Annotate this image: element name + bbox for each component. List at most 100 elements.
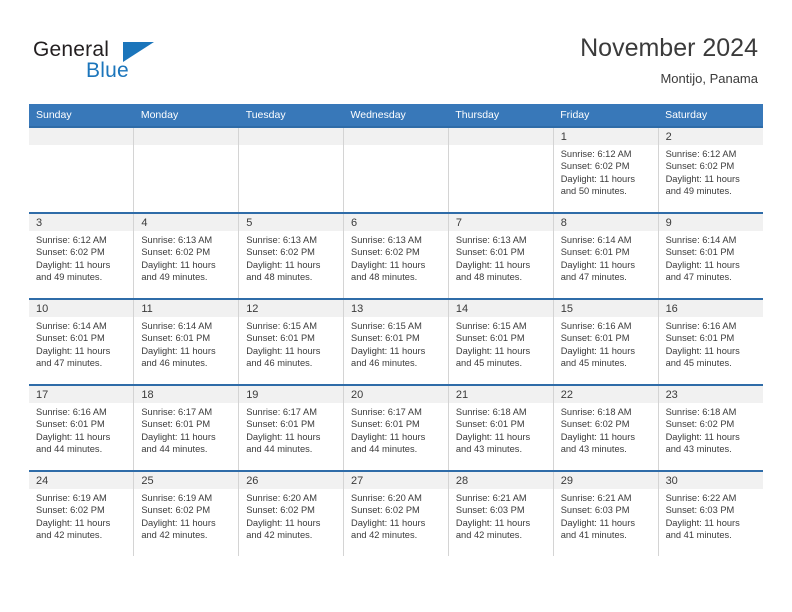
day-number: 9 — [665, 217, 672, 229]
calendar-day-cell[interactable]: 2 Sunrise: 6:12 AM Sunset: 6:02 PM Daylight… — [658, 126, 763, 213]
day-number-band: 23 — [658, 386, 763, 403]
calendar-day-cell[interactable]: 21 Sunrise: 6:18 AM Sunset: 6:01 PM Dayligh… — [448, 384, 554, 471]
calendar-day-cell[interactable]: 8 Sunrise: 6:14 AM Sunset: 6:01 PM Daylight… — [553, 212, 659, 299]
day-detail-line: Sunset: 6:02 PM — [141, 247, 211, 258]
calendar-day-cell[interactable]: 30 Sunrise: 6:22 AM Sunset: 6:03 PM Dayligh… — [658, 470, 763, 556]
day-detail-line: Sunrise: 6:13 AM — [141, 235, 213, 245]
calendar-day-cell[interactable]: 9 Sunrise: 6:14 AM Sunset: 6:01 PM Daylight… — [658, 212, 763, 299]
weekday-header-friday: Friday — [553, 104, 659, 127]
day-detail-line: and 42 minutes. — [141, 529, 208, 540]
day-detail-line: and 48 minutes. — [246, 271, 313, 282]
day-detail-lines — [344, 145, 448, 148]
calendar-day-cell[interactable]: 27 Sunrise: 6:20 AM Sunset: 6:02 PM Dayligh… — [343, 470, 449, 556]
day-number-band — [239, 128, 344, 145]
day-cell-inner — [344, 128, 448, 212]
calendar-day-cell[interactable]: 25 Sunrise: 6:19 AM Sunset: 6:02 PM Dayligh… — [133, 470, 240, 556]
calendar-day-cell[interactable]: 5 Sunrise: 6:13 AM Sunset: 6:02 PM Daylight… — [238, 212, 345, 299]
day-detail-line: Sunrise: 6:17 AM — [141, 407, 213, 417]
calendar-day-cell[interactable]: 17 Sunrise: 6:16 AM Sunset: 6:01 PM Dayligh… — [29, 384, 135, 471]
day-detail-line: Sunset: 6:01 PM — [560, 247, 630, 258]
day-detail-line: and 46 minutes. — [351, 357, 418, 368]
day-number-band: 7 — [448, 214, 553, 231]
day-number-band: 29 — [553, 472, 658, 489]
day-detail-line: Sunrise: 6:16 AM — [560, 321, 632, 331]
day-detail-line: Sunrise: 6:20 AM — [246, 493, 317, 503]
day-number: 21 — [455, 389, 469, 401]
day-detail-line: and 44 minutes. — [36, 443, 103, 454]
day-number-band: 2 — [658, 128, 763, 145]
calendar-day-cell[interactable]: 12 Sunrise: 6:15 AM Sunset: 6:01 PM Dayligh… — [238, 298, 345, 385]
day-number — [449, 128, 553, 130]
calendar-day-cell[interactable]: 4 Sunrise: 6:13 AM Sunset: 6:02 PM Daylight… — [133, 212, 240, 299]
day-detail-line: and 48 minutes. — [351, 271, 418, 282]
day-detail-line: Sunset: 6:02 PM — [560, 419, 630, 430]
day-cell-inner: 1 Sunrise: 6:12 AM Sunset: 6:02 PM Daylight… — [553, 128, 658, 212]
day-detail-line: and 47 minutes. — [560, 271, 627, 282]
weekday-header-saturday: Saturday — [658, 104, 763, 127]
day-detail-line: Sunrise: 6:13 AM — [455, 235, 527, 245]
calendar-week-row: 24 Sunrise: 6:19 AM Sunset: 6:02 PM Dayligh… — [29, 470, 763, 556]
day-number-band: 26 — [239, 472, 344, 489]
day-number-band: 28 — [448, 472, 553, 489]
day-detail-line: Sunrise: 6:21 AM — [560, 493, 632, 503]
calendar-day-cell[interactable]: 15 Sunrise: 6:16 AM Sunset: 6:01 PM Dayligh… — [553, 298, 659, 385]
day-detail-line: Sunset: 6:02 PM — [351, 247, 420, 258]
day-detail-lines: Sunrise: 6:15 AM Sunset: 6:01 PM Daylight:… — [239, 317, 343, 369]
day-detail-line: Sunset: 6:01 PM — [560, 333, 630, 344]
day-number-band — [29, 128, 134, 145]
calendar-day-cell[interactable]: 6 Sunrise: 6:13 AM Sunset: 6:02 PM Daylight… — [343, 212, 449, 299]
day-detail-line: and 41 minutes. — [665, 529, 732, 540]
day-detail-lines: Sunrise: 6:15 AM Sunset: 6:01 PM Daylight:… — [344, 317, 448, 369]
calendar-day-cell[interactable]: 20 Sunrise: 6:17 AM Sunset: 6:01 PM Dayligh… — [343, 384, 449, 471]
day-detail-line: Sunset: 6:03 PM — [455, 505, 525, 516]
calendar-day-cell[interactable]: 22 Sunrise: 6:18 AM Sunset: 6:02 PM Dayligh… — [553, 384, 659, 471]
day-cell-inner: 2 Sunrise: 6:12 AM Sunset: 6:02 PM Daylight… — [658, 128, 763, 212]
day-cell-inner: 16 Sunrise: 6:16 AM Sunset: 6:01 PM Dayligh… — [658, 300, 763, 384]
calendar-day-cell[interactable]: 16 Sunrise: 6:16 AM Sunset: 6:01 PM Dayligh… — [658, 298, 763, 385]
day-cell-inner: 11 Sunrise: 6:14 AM Sunset: 6:01 PM Dayligh… — [134, 300, 239, 384]
day-detail-line: Sunset: 6:02 PM — [665, 161, 735, 172]
calendar-day-cell[interactable]: 23 Sunrise: 6:18 AM Sunset: 6:02 PM Dayligh… — [658, 384, 763, 471]
calendar-day-cell-empty — [29, 126, 135, 213]
calendar-day-cell[interactable]: 26 Sunrise: 6:20 AM Sunset: 6:02 PM Dayligh… — [238, 470, 345, 556]
day-cell-inner: 26 Sunrise: 6:20 AM Sunset: 6:02 PM Dayligh… — [239, 472, 344, 556]
calendar-day-cell[interactable]: 29 Sunrise: 6:21 AM Sunset: 6:03 PM Dayligh… — [553, 470, 659, 556]
day-detail-line: Sunset: 6:03 PM — [560, 505, 630, 516]
calendar-day-cell[interactable]: 18 Sunrise: 6:17 AM Sunset: 6:01 PM Dayligh… — [133, 384, 240, 471]
calendar-day-cell[interactable]: 13 Sunrise: 6:15 AM Sunset: 6:01 PM Dayligh… — [343, 298, 449, 385]
calendar-day-cell[interactable]: 14 Sunrise: 6:15 AM Sunset: 6:01 PM Dayligh… — [448, 298, 554, 385]
day-detail-lines: Sunrise: 6:13 AM Sunset: 6:01 PM Daylight:… — [449, 231, 553, 283]
day-detail-line: Daylight: 11 hours — [665, 259, 740, 270]
calendar-day-cell[interactable]: 3 Sunrise: 6:12 AM Sunset: 6:02 PM Daylight… — [29, 212, 135, 299]
day-detail-line: and 45 minutes. — [455, 357, 523, 368]
day-detail-line: Sunrise: 6:14 AM — [560, 235, 632, 245]
calendar-day-cell-empty — [448, 126, 554, 213]
day-number: 7 — [455, 217, 462, 229]
day-detail-lines: Sunrise: 6:16 AM Sunset: 6:01 PM Daylight:… — [29, 403, 133, 455]
day-number: 24 — [36, 475, 49, 487]
general-blue-logo[interactable]: General Blue — [33, 38, 213, 90]
day-detail-lines: Sunrise: 6:21 AM Sunset: 6:03 PM Daylight:… — [554, 489, 658, 541]
day-cell-inner: 22 Sunrise: 6:18 AM Sunset: 6:02 PM Dayligh… — [553, 386, 658, 470]
day-detail-line: Daylight: 11 hours — [141, 259, 216, 270]
day-detail-line: and 45 minutes. — [560, 357, 627, 368]
calendar-day-cell[interactable]: 1 Sunrise: 6:12 AM Sunset: 6:02 PM Daylight… — [553, 126, 659, 213]
day-detail-lines — [29, 145, 133, 148]
calendar-day-cell[interactable]: 7 Sunrise: 6:13 AM Sunset: 6:01 PM Daylight… — [448, 212, 554, 299]
calendar-day-cell[interactable]: 19 Sunrise: 6:17 AM Sunset: 6:01 PM Dayligh… — [238, 384, 345, 471]
day-number-band: 14 — [448, 300, 553, 317]
calendar-day-cell[interactable]: 28 Sunrise: 6:21 AM Sunset: 6:03 PM Dayligh… — [448, 470, 554, 556]
day-detail-line: Daylight: 11 hours — [246, 345, 321, 356]
calendar-week-row: 17 Sunrise: 6:16 AM Sunset: 6:01 PM Dayligh… — [29, 384, 763, 471]
calendar-day-cell[interactable]: 24 Sunrise: 6:19 AM Sunset: 6:02 PM Dayligh… — [29, 470, 135, 556]
day-detail-lines: Sunrise: 6:14 AM Sunset: 6:01 PM Daylight:… — [554, 231, 658, 283]
day-detail-line: Sunrise: 6:15 AM — [455, 321, 527, 331]
day-detail-line: and 45 minutes. — [665, 357, 732, 368]
day-detail-lines: Sunrise: 6:20 AM Sunset: 6:02 PM Daylight:… — [239, 489, 343, 541]
day-cell-inner: 23 Sunrise: 6:18 AM Sunset: 6:02 PM Dayligh… — [658, 386, 763, 470]
day-detail-line: Sunrise: 6:12 AM — [36, 235, 107, 245]
calendar-day-cell[interactable]: 10 Sunrise: 6:14 AM Sunset: 6:01 PM Dayligh… — [29, 298, 135, 385]
day-detail-line: Sunset: 6:01 PM — [351, 333, 420, 344]
calendar-table: Sunday Monday Tuesday Wednesday Thursday Frid… — [29, 104, 763, 556]
calendar-day-cell[interactable]: 11 Sunrise: 6:14 AM Sunset: 6:01 PM Dayligh… — [133, 298, 240, 385]
